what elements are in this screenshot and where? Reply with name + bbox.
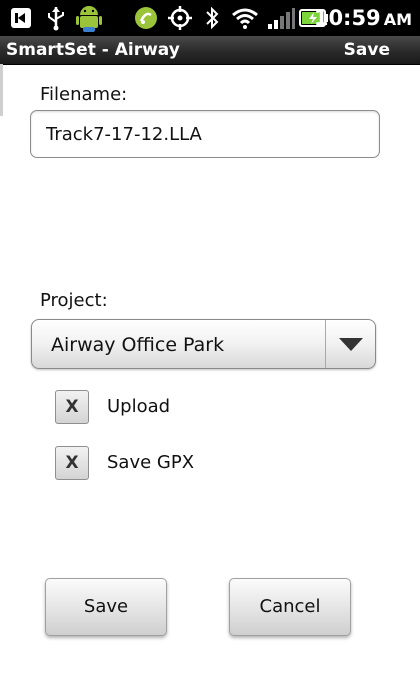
upload-label: Upload [107,396,171,417]
dropdown-arrow-icon[interactable] [326,320,375,368]
left-edge-divider [0,64,3,116]
wifi-icon [230,4,260,32]
project-dropdown[interactable]: Airway Office Park [31,319,376,369]
save-button[interactable]: Save [45,578,167,636]
app-title: SmartSet - Airway [6,40,180,60]
status-bar: 10:59 AM [0,0,420,36]
back-icon [8,4,34,32]
save-gpx-checkbox[interactable]: X [55,446,89,480]
bluetooth-icon [202,4,222,32]
cancel-button[interactable]: Cancel [229,578,351,636]
save-gpx-label: Save GPX [107,452,195,473]
location-icon [132,4,160,32]
usb-icon [44,4,68,32]
status-time: 10:59 AM [313,6,412,30]
android-debug-icon [72,4,106,32]
gps-icon [166,4,194,32]
filename-label: Filename: [40,84,128,105]
title-save-button[interactable]: Save [344,36,390,64]
project-selected-value: Airway Office Park [51,334,225,356]
title-bar: SmartSet - Airway Save [0,36,420,65]
project-label: Project: [40,290,108,311]
signal-icon [266,4,296,32]
upload-checkbox[interactable]: X [55,390,89,424]
filename-input[interactable] [30,110,380,158]
